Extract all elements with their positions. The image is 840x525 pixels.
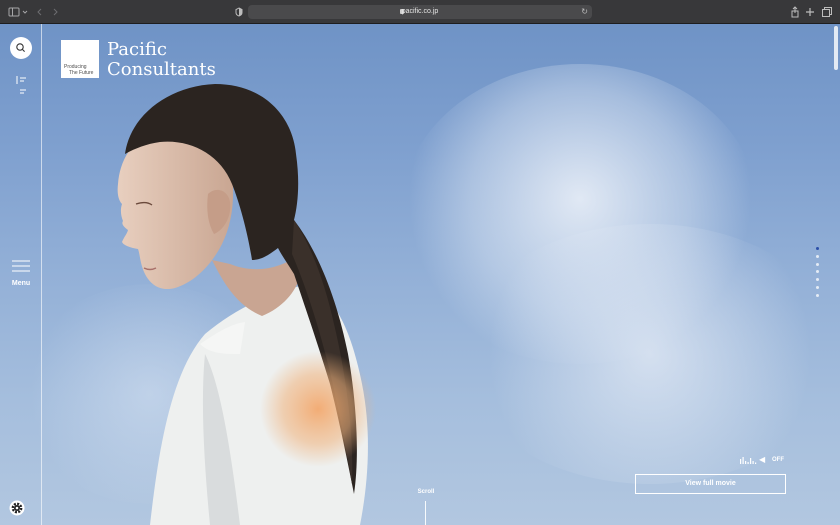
slide-dot[interactable] xyxy=(816,262,819,266)
hero-section: Menu Producing The Future Pacific Consul… xyxy=(0,24,840,525)
page-scrollbar[interactable] xyxy=(833,24,840,525)
hero-photo-woman xyxy=(117,84,376,525)
logo-name: Consultants xyxy=(107,59,216,80)
menu-button[interactable]: Menu xyxy=(7,258,35,290)
slide-dot[interactable] xyxy=(816,293,819,297)
slide-pagination xyxy=(815,247,821,297)
sound-toggle[interactable]: ◀ OFF xyxy=(739,455,789,465)
equalizer-icon xyxy=(740,457,757,464)
scroll-label: Scroll xyxy=(417,489,435,495)
slide-dot[interactable] xyxy=(816,270,819,274)
sound-status: OFF xyxy=(772,457,784,463)
slide-dot[interactable] xyxy=(816,286,819,289)
forward-icon[interactable] xyxy=(50,5,60,19)
gear-icon xyxy=(9,500,25,516)
share-icon[interactable] xyxy=(790,5,800,19)
speaker-icon: ◀ xyxy=(759,455,766,464)
tabs-icon[interactable] xyxy=(821,5,833,19)
new-tab-icon[interactable] xyxy=(805,5,815,19)
browser-toolbar: pacific.co.jp ↻ xyxy=(0,0,840,24)
chevron-down-icon[interactable] xyxy=(21,5,29,19)
logo-mark: Producing The Future xyxy=(61,40,99,78)
settings-button[interactable] xyxy=(9,500,25,516)
sidebar-divider xyxy=(41,24,42,525)
address-bar[interactable]: pacific.co.jp ↻ xyxy=(248,5,592,19)
slide-dot[interactable] xyxy=(816,278,819,282)
slide-dot[interactable] xyxy=(816,247,819,250)
url-text: pacific.co.jp xyxy=(401,8,439,15)
logo-name: Pacific xyxy=(107,39,167,60)
slide-dot[interactable] xyxy=(816,254,819,258)
sidebar: Menu xyxy=(0,24,42,525)
menu-label: Menu xyxy=(11,280,31,287)
back-icon[interactable] xyxy=(35,5,45,19)
reload-icon[interactable]: ↻ xyxy=(581,5,588,19)
list-icon[interactable] xyxy=(15,75,27,99)
scrollbar-thumb[interactable] xyxy=(834,26,838,70)
hamburger-icon xyxy=(12,260,30,272)
shield-icon[interactable] xyxy=(234,5,244,19)
search-button[interactable] xyxy=(10,37,32,59)
scroll-line xyxy=(425,501,426,525)
logo-tagline: The Future xyxy=(69,70,94,76)
search-icon xyxy=(16,43,25,52)
view-full-movie-button[interactable]: View full movie xyxy=(635,474,786,494)
sidebar-icon[interactable] xyxy=(8,5,20,19)
scroll-indicator[interactable]: Scroll xyxy=(412,489,440,525)
